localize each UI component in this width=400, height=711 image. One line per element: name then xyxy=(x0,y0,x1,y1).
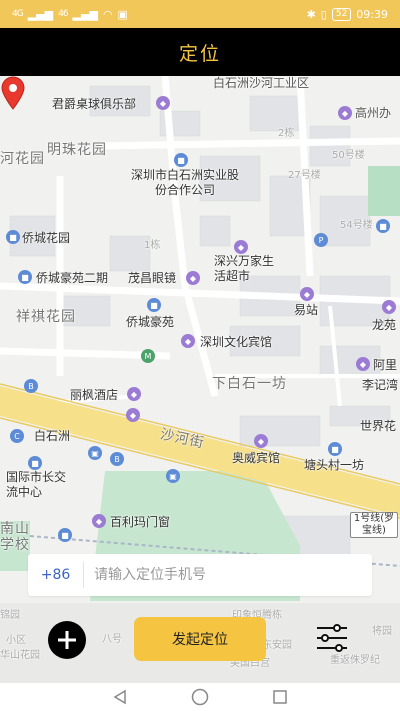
poi-icon-bus2[interactable]: ▣ xyxy=(166,469,180,483)
poi-icon-nanshan[interactable]: ■ xyxy=(58,528,72,542)
map-label-lifeng: 丽枫酒店 xyxy=(70,388,119,402)
poi-icon-tangtou[interactable]: ■ xyxy=(328,442,342,456)
poi-icon-gaozhou[interactable]: ◆ xyxy=(338,106,352,120)
map-label-bldg1: 1栋 xyxy=(144,240,161,251)
map-label-aowei: 奥威宾馆 xyxy=(232,451,281,465)
signal-icon: ▂▄▆ xyxy=(27,7,54,21)
filter-settings-button[interactable] xyxy=(314,620,350,656)
map-label-junjue: 君爵桌球俱乐部 xyxy=(52,97,137,111)
back-triangle-icon xyxy=(113,689,126,705)
map-label-qiaochenghaoyuan2: 侨城豪苑二期 xyxy=(36,271,109,285)
map-label-xiangqi: 祥祺花园 xyxy=(16,309,76,325)
country-code[interactable]: +86 xyxy=(28,562,84,588)
map-label-nanshan: 南山学校 xyxy=(0,521,30,553)
map-label-qiaochenghaoyuan: 侨城豪苑 xyxy=(126,315,175,329)
poi-icon-company[interactable]: ■ xyxy=(174,153,188,167)
sliders-icon xyxy=(317,624,347,652)
map-label-bldg54: 54号楼 xyxy=(340,220,373,231)
poi-icon-parking-1[interactable]: P xyxy=(314,233,328,247)
map-label-bailimen: 百利玛门窗 xyxy=(110,515,171,529)
poi-icon-yizhan[interactable]: ◆ xyxy=(300,287,314,301)
map-label-gaozhou: 高州办 xyxy=(355,106,392,120)
map-label-baishizhou: 白石洲 xyxy=(34,429,71,443)
poi-icon-bus[interactable]: ▣ xyxy=(88,446,102,460)
map-label-baishizhou-company: 深圳市白石洲实业股份合作公司 xyxy=(130,168,239,197)
poi-icon-54[interactable]: ■ xyxy=(376,219,390,233)
status-time: 09:39 xyxy=(356,7,388,21)
map-label-bldg-sm: 小区 xyxy=(6,635,26,646)
phone-number-input[interactable] xyxy=(84,567,372,583)
map-label-bldg2: 2栋 xyxy=(278,128,295,139)
add-contact-button[interactable] xyxy=(48,621,86,659)
nav-back-button[interactable] xyxy=(108,687,132,707)
map-label-bldg8: 八号 xyxy=(102,634,122,645)
poi-icon-qiaochenghaoyuan2[interactable]: ■ xyxy=(18,270,32,284)
poi-icon-ali[interactable]: ◆ xyxy=(356,357,370,371)
poi-icon-qiaochenghaoyuan[interactable]: ■ xyxy=(147,298,161,312)
poi-icon-metro[interactable]: M xyxy=(141,349,155,363)
poi-icon-junjue[interactable]: ◆ xyxy=(156,96,170,110)
poi-icon-shenxing[interactable]: ◆ xyxy=(234,240,248,254)
nav-recents-button[interactable] xyxy=(268,687,292,707)
start-location-button[interactable]: 发起定位 xyxy=(134,617,266,661)
signal-4g-label: 4G xyxy=(12,9,24,19)
poi-icon-maochang[interactable]: ◆ xyxy=(186,271,200,285)
map-label-shenxing: 深兴万家生活超市 xyxy=(214,254,275,283)
poi-icon-b[interactable]: B xyxy=(24,379,38,393)
map-label-ali: 阿里 xyxy=(373,358,398,372)
map-label-maochang: 茂昌眼镜 xyxy=(128,271,177,285)
status-bar: 4G ▂▄▆ 46 ▂▄▆ ◠ ▣ ✱ ▯ 52 09:39 xyxy=(0,0,400,28)
poi-icon-baishizhou[interactable]: C xyxy=(10,429,24,443)
map-label-guoji: 国际市长交流中心 xyxy=(6,470,67,499)
nav-home-button[interactable] xyxy=(188,687,212,707)
map-label-he-garden: 河花园 xyxy=(0,151,45,167)
vibrate-icon: ▯ xyxy=(320,7,327,21)
phone-input-row: +86 xyxy=(28,554,372,596)
map-label-bldg50: 50号楼 xyxy=(332,150,365,161)
signal-46-label: 46 xyxy=(58,9,69,19)
plus-icon xyxy=(58,631,76,649)
poi-icon-aowei[interactable]: ◆ xyxy=(254,434,268,448)
title-bar: 定位 xyxy=(0,28,400,76)
map-label-jinyuan: 锦园 xyxy=(0,610,20,621)
wifi-icon: ◠ xyxy=(102,7,113,21)
poi-icon-wenhua[interactable]: ◆ xyxy=(181,334,195,348)
map-label-lijiwan: 李记湾 xyxy=(362,378,399,392)
home-circle-icon xyxy=(191,688,209,706)
page-title: 定位 xyxy=(178,42,221,65)
poi-icon-b2[interactable]: B xyxy=(110,452,124,466)
map-label-dongan: 东安园 xyxy=(262,640,292,651)
map-label-metro-line1: 1号线(罗宝线) xyxy=(350,512,398,538)
map-label-qiaocheng-garden: 侨城花园 xyxy=(22,231,71,245)
map-label-jiangyuan: 将园 xyxy=(372,626,392,637)
poi-icon-bailimen[interactable]: ◆ xyxy=(92,514,106,528)
recents-square-icon xyxy=(273,690,287,704)
map-label-huashan: 华山花园 xyxy=(0,650,40,661)
battery-level: 52 xyxy=(331,7,352,21)
poi-icon-lifeng[interactable]: ◆ xyxy=(127,387,141,401)
status-left: 4G ▂▄▆ 46 ▂▄▆ ◠ ▣ xyxy=(12,8,128,21)
map-label-xiabaishi: 下白石一坊 xyxy=(212,376,287,392)
poi-icon-lifeng-2[interactable]: ◆ xyxy=(126,408,140,422)
map-label-bldg27: 27号楼 xyxy=(288,170,321,181)
map-label-baishizhou-shahe: 白石洲沙河工业区 xyxy=(213,76,310,90)
location-pin-icon[interactable] xyxy=(0,76,26,110)
poi-icon-qiaocheng-garden[interactable]: ■ xyxy=(6,230,20,244)
bluetooth-icon: ✱ xyxy=(306,7,316,21)
system-nav-bar xyxy=(0,683,400,711)
map-label-yizhan: 易站 xyxy=(294,303,319,317)
status-right: ✱ ▯ 52 09:39 xyxy=(306,7,388,21)
map-label-mingzhu-garden: 明珠花园 xyxy=(47,142,107,158)
signal-icon-2: ▂▄▆ xyxy=(72,7,98,21)
poi-icon-guoji[interactable]: ■ xyxy=(28,456,42,470)
map-label-shijie: 世界花 xyxy=(360,419,397,433)
map-label-tangtou: 塘头村一坊 xyxy=(304,458,365,472)
notification-icon: ▣ xyxy=(117,7,128,21)
poi-icon-longyuan[interactable]: ◆ xyxy=(382,300,396,314)
map-label-wenhua: 深圳文化宾馆 xyxy=(200,335,273,349)
map-label-longyuan: 龙苑 xyxy=(372,318,397,332)
app-root: 4G ▂▄▆ 46 ▂▄▆ ◠ ▣ ✱ ▯ 52 09:39 定位 白石洲沙河工… xyxy=(0,0,400,711)
